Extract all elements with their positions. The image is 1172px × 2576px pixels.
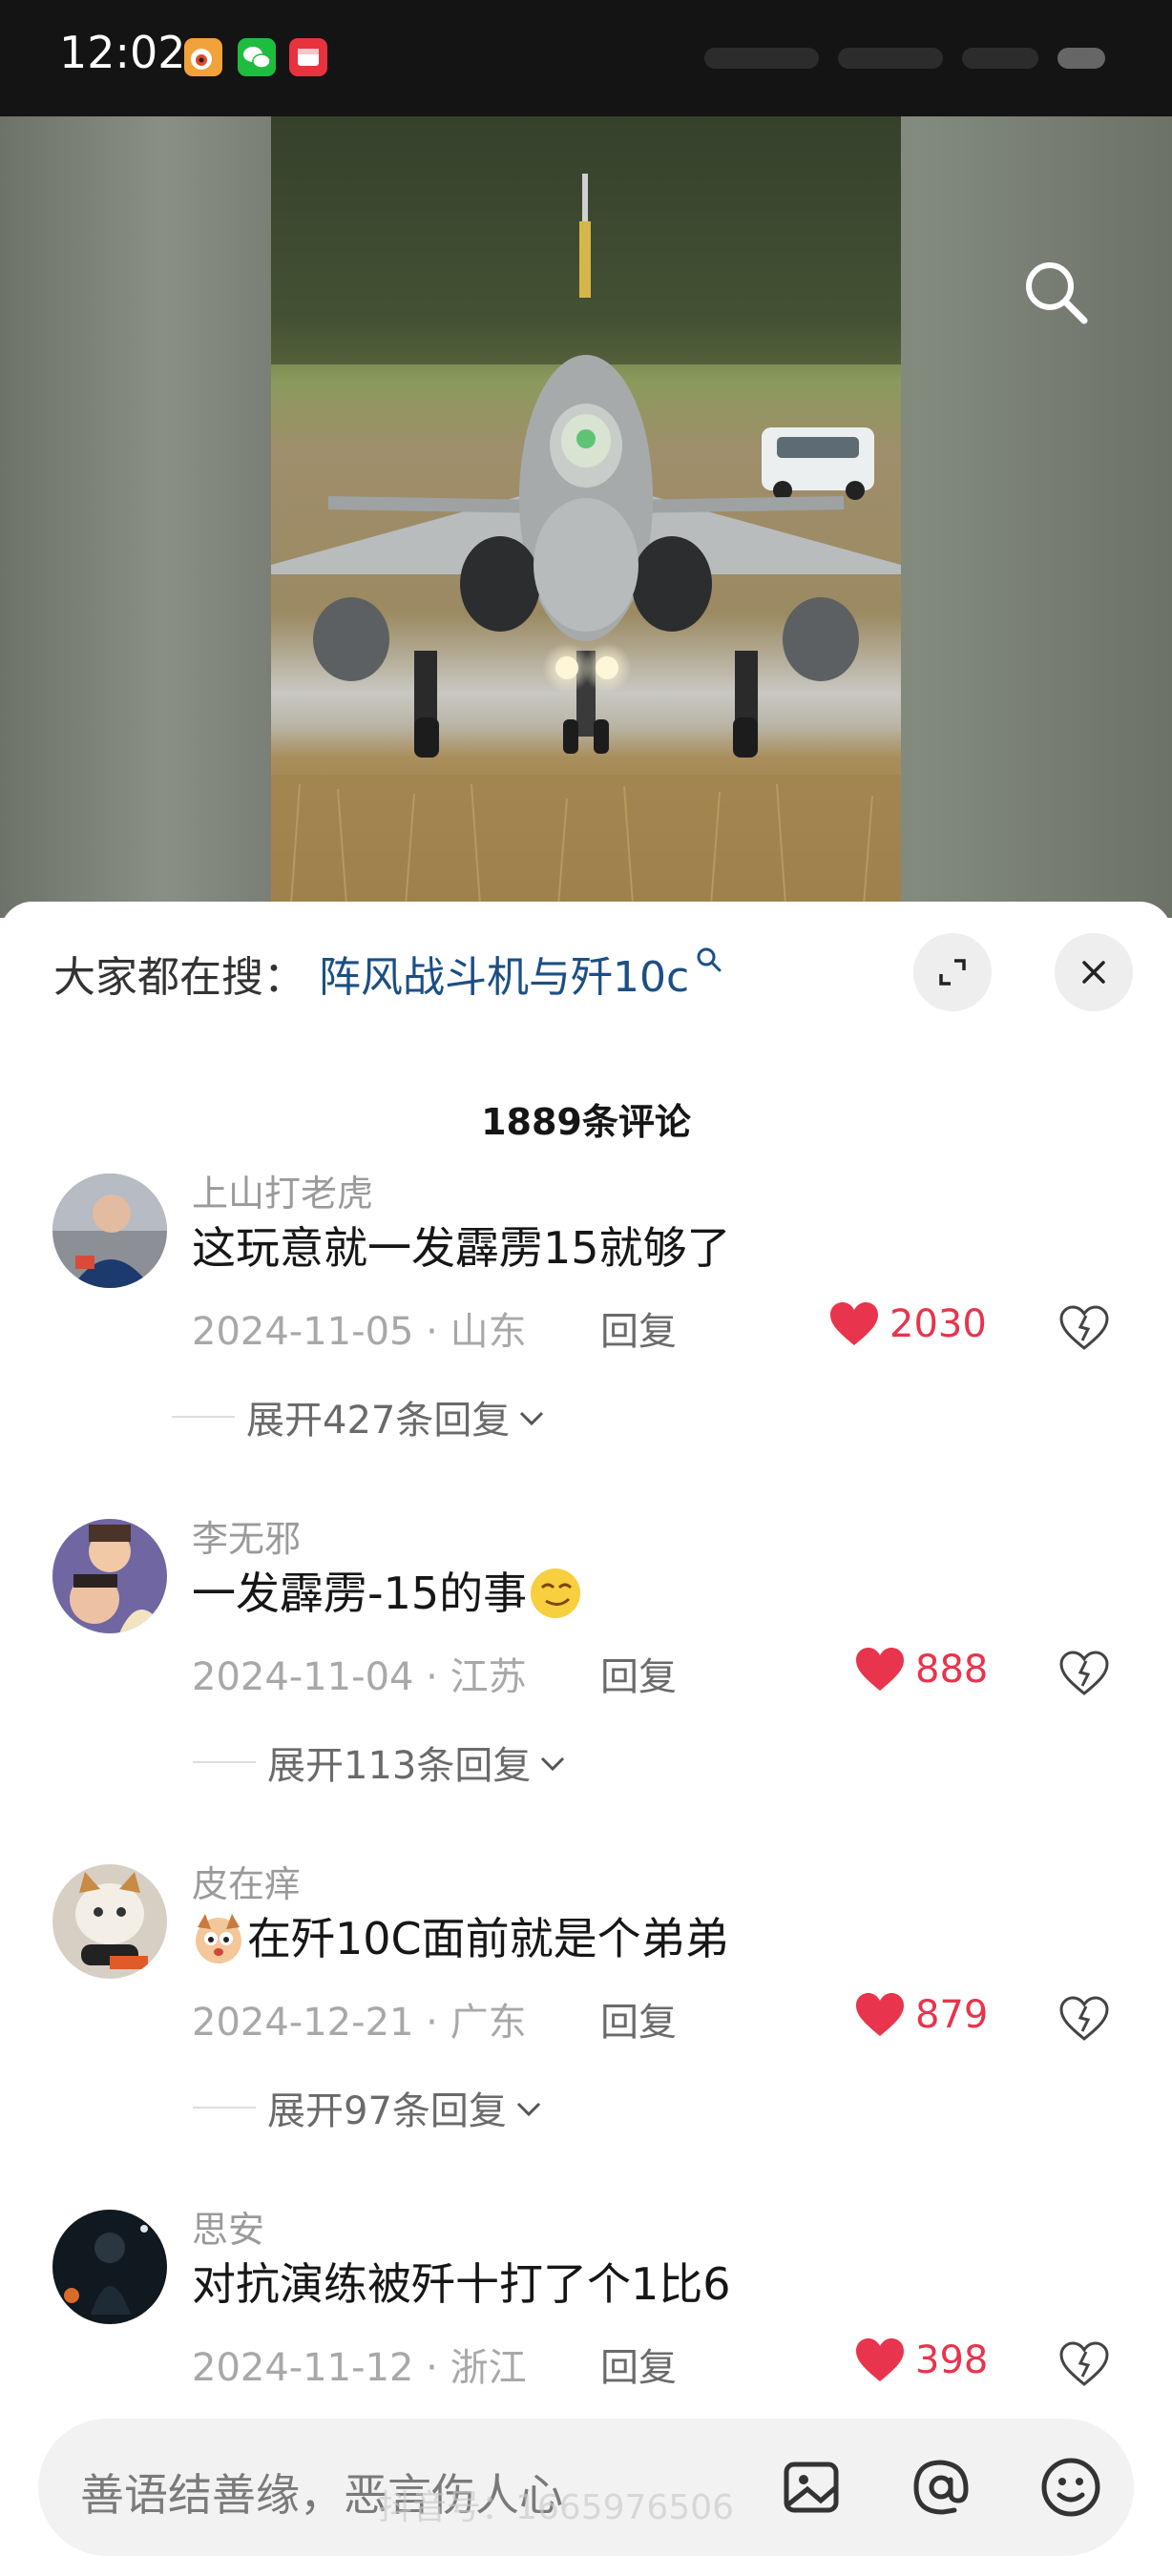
comment-location: 江苏 [450,1655,527,1699]
status-bar: 12:02 [0,0,1172,116]
wechat-icon [238,38,276,76]
expand-replies[interactable]: 展开113条回复 [193,1738,567,1788]
dog-face-emoji [190,1910,247,1967]
comment-date: 2024-11-12 [192,2346,414,2390]
comment-item: 上山打老虎 这玩意就一发霹雳15就够了 2024-11-05 · 山东 回复 2… [0,1164,1172,1479]
comment-meta: 2024-11-05 · 山东 [192,1310,527,1354]
reply-button[interactable]: 回复 [600,2337,677,2392]
chevron-down-icon [520,1411,544,1426]
chevron-down-icon [541,1756,565,1772]
comment-username[interactable]: 李无邪 [192,1509,301,1562]
like-count: 879 [915,1993,989,2037]
comment-username[interactable]: 上山打老虎 [192,1164,373,1216]
expand-replies[interactable]: 展开427条回复 [172,1393,546,1443]
reply-button[interactable]: 回复 [600,1646,677,1701]
expand-button[interactable] [913,933,992,1011]
like-count: 2030 [889,1302,987,1346]
divider [172,1416,235,1418]
heart-icon [856,1648,904,1691]
comment-text: 一发霹雳-15的事 [192,1559,584,1622]
expand-icon [939,959,966,986]
comment-input-bar[interactable]: 善语结善缘，恶言伤人心 抖音号：1665976506 [38,2419,1134,2556]
dislike-icon[interactable] [1057,1995,1111,2046]
like-count: 888 [915,1648,989,1692]
smirk-emoji [527,1565,584,1622]
comment-location: 广东 [450,2001,527,2045]
avatar[interactable] [52,1174,167,1288]
status-time: 12:02 [59,27,186,78]
hot-search-prefix: 大家都在搜： [53,953,305,1002]
divider [193,2107,256,2109]
comment-date: 2024-11-05 [192,1310,414,1354]
comment-item: 李无邪 一发霹雳-15的事 2024-11-04 · 江苏 回复 888 展开1… [0,1509,1172,1824]
avatar[interactable] [52,2210,167,2324]
dislike-icon[interactable] [1057,2340,1111,2392]
like-button[interactable]: 2030 [828,1298,987,1351]
search-icon[interactable] [1015,252,1096,332]
comment-text: 对抗演练被歼十打了个1比6 [192,2258,731,2310]
comment-location: 山东 [450,1310,527,1354]
weibo-icon [184,38,222,76]
comment-text: 这玩意就一发霹雳15就够了 [192,1222,731,1274]
divider [193,1761,256,1763]
expand-replies[interactable]: 展开97条回复 [193,2084,543,2133]
red-app-icon [289,38,327,76]
expand-replies-label: 展开113条回复 [267,1744,532,1788]
comment-item: 皮在痒 在歼10C面前就是个弟弟 2024-12-21 · 广东 回复 879 … [0,1855,1172,2170]
small-search-icon [693,944,725,976]
like-button[interactable]: 398 [854,2334,988,2387]
reply-button[interactable]: 回复 [600,1300,677,1356]
comment-location: 浙江 [450,2346,527,2390]
heart-icon [856,2338,904,2381]
status-indicators [704,42,1105,74]
comment-meta: 2024-12-21 · 广东 [192,2001,527,2045]
hot-search-bar[interactable]: 大家都在搜： 阵风战斗机与歼10c [53,945,725,1002]
comment-username[interactable]: 思安 [192,2200,264,2253]
comment-meta: 2024-11-12 · 浙江 [192,2346,527,2390]
heart-icon [856,1993,904,2036]
expand-replies-label: 展开427条回复 [246,1399,511,1443]
close-icon [1082,961,1105,984]
emoji-icon[interactable] [1031,2447,1111,2527]
image-icon[interactable] [773,2447,853,2527]
comment-sheet: 大家都在搜： 阵风战斗机与歼10c 1889条评论 上山打老虎 这玩意就一发霹雳… [0,902,1172,2576]
comment-count: 1889条评论 [481,1101,691,1143]
at-icon[interactable] [901,2447,981,2527]
video-player[interactable] [0,116,1172,918]
comment-date: 2024-11-04 [192,1655,414,1699]
dislike-icon[interactable] [1057,1304,1111,1356]
comment-date: 2024-12-21 [192,2001,414,2045]
close-button[interactable] [1055,933,1133,1011]
jet-video-frame [271,116,901,918]
heart-icon [830,1302,878,1345]
comment-text: 在歼10C面前就是个弟弟 [190,1904,729,1967]
avatar[interactable] [52,1519,167,1633]
reply-button[interactable]: 回复 [600,1991,677,2046]
comment-text-content: 在歼10C面前就是个弟弟 [247,1913,729,1964]
comment-meta: 2024-11-04 · 江苏 [192,1655,527,1699]
hot-search-term[interactable]: 阵风战斗机与歼10c [319,943,689,1004]
chevron-down-icon [516,2102,540,2117]
dislike-icon[interactable] [1057,1650,1111,1701]
like-count: 398 [915,2338,989,2382]
expand-replies-label: 展开97条回复 [267,2089,507,2133]
avatar[interactable] [52,1864,167,1979]
watermark: 抖音号：1665976506 [378,2488,735,2527]
like-button[interactable]: 888 [854,1643,988,1696]
like-button[interactable]: 879 [854,1988,988,2042]
comment-username[interactable]: 皮在痒 [192,1855,301,1907]
comment-text-content: 一发霹雳-15的事 [192,1568,528,1619]
